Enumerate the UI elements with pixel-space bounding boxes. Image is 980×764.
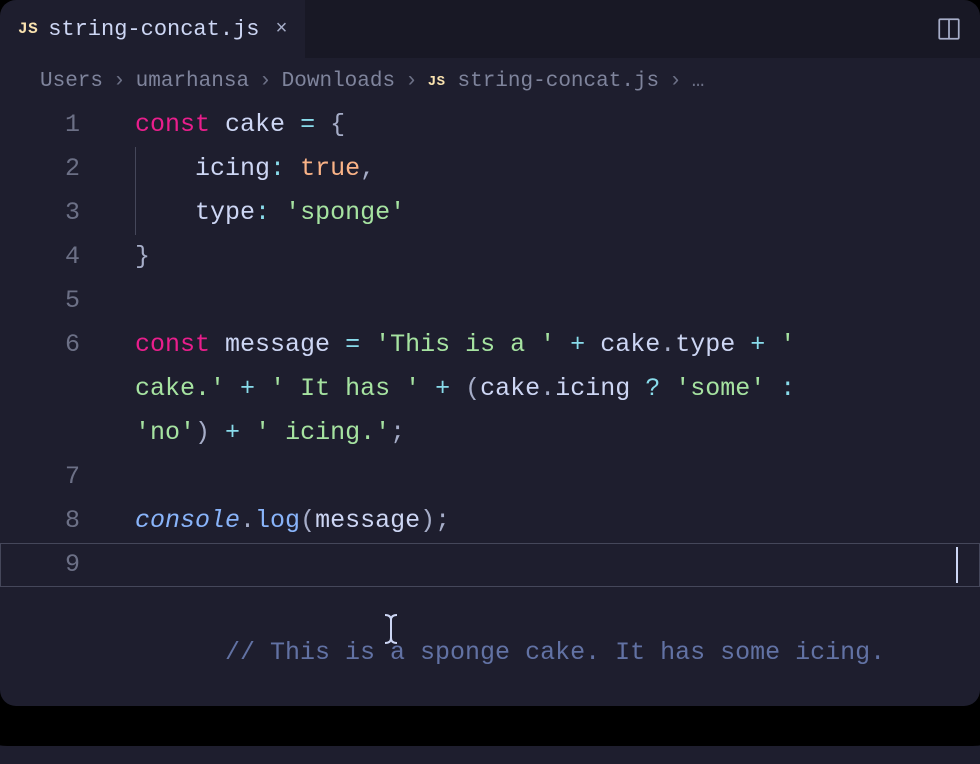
code-line-active[interactable]: // This is a sponge cake. It has some ic… — [135, 543, 970, 587]
string-token: 'some' — [675, 374, 765, 403]
operator-token: = — [345, 330, 360, 359]
chevron-right-icon: › — [667, 70, 684, 93]
punct-token: } — [135, 242, 150, 271]
line-number: 2 — [0, 147, 105, 191]
code-line-wrap[interactable]: 'no') + ' icing.'; — [135, 411, 970, 455]
close-tab-icon[interactable]: × — [269, 18, 287, 41]
code-line-wrap[interactable]: cake.' + ' It has ' + (cake.icing ? 'som… — [135, 367, 970, 411]
code-line[interactable]: type: 'sponge' — [135, 191, 970, 235]
indent-guide — [135, 147, 136, 191]
code-line[interactable]: const message = 'This is a ' + cake.type… — [135, 323, 970, 367]
punct-token: . — [240, 506, 255, 535]
operator-token: + — [570, 330, 585, 359]
tab-filename: string-concat.js — [48, 17, 259, 42]
punct-token: . — [540, 374, 555, 403]
line-number: 9 — [0, 543, 105, 587]
keyword-token: const — [135, 110, 210, 139]
keyword-token: const — [135, 330, 210, 359]
line-number — [0, 367, 105, 411]
editor-actions-group — [936, 16, 980, 42]
breadcrumb-bar[interactable]: Users › umarhansa › Downloads › JS strin… — [0, 58, 980, 103]
string-token: cake.' — [135, 374, 225, 403]
text-cursor — [956, 547, 958, 583]
string-token: ' icing.' — [255, 418, 390, 447]
operator-token: + — [240, 374, 255, 403]
string-token: ' — [765, 330, 795, 359]
line-number-gutter: 1 2 3 4 5 6 7 8 9 — [0, 103, 105, 587]
operator-token: ? — [645, 374, 660, 403]
mouse-ibeam-cursor-icon — [382, 612, 400, 656]
punct-token: . — [660, 330, 675, 359]
operator-token: : — [780, 374, 795, 403]
punct-token: ; — [390, 418, 405, 447]
line-number: 1 — [0, 103, 105, 147]
code-line[interactable]: console.log(message); — [135, 499, 970, 543]
breadcrumb-file[interactable]: string-concat.js — [458, 70, 660, 93]
function-token: log — [255, 506, 300, 535]
property-token: icing — [555, 374, 630, 403]
js-file-icon: JS — [18, 20, 38, 38]
punct-token: { — [330, 110, 345, 139]
breadcrumb-downloads[interactable]: Downloads — [282, 70, 395, 93]
comment-token: // This is a sponge cake. It has some ic… — [225, 638, 885, 667]
identifier-token: message — [315, 506, 420, 535]
chevron-right-icon: › — [111, 70, 128, 93]
line-number: 7 — [0, 455, 105, 499]
identifier-token: message — [225, 330, 330, 359]
file-tab-string-concat[interactable]: JS string-concat.js × — [0, 0, 305, 58]
line-number: 6 — [0, 323, 105, 367]
punct-token: ( — [465, 374, 480, 403]
object-token: console — [135, 506, 240, 535]
code-editor[interactable]: 1 2 3 4 5 6 7 8 9 const cake = { icing: … — [0, 103, 980, 587]
code-line[interactable] — [135, 455, 970, 499]
operator-token: + — [435, 374, 450, 403]
punct-token: ; — [435, 506, 450, 535]
code-line[interactable]: } — [135, 235, 970, 279]
current-line-highlight — [0, 543, 980, 587]
boolean-token: true — [300, 154, 360, 183]
breadcrumb-overflow[interactable]: … — [692, 70, 705, 93]
punct-token: , — [360, 154, 375, 183]
js-file-icon: JS — [428, 74, 446, 90]
operator-token: : — [270, 154, 285, 183]
operator-token: : — [255, 198, 270, 227]
string-token: ' It has ' — [270, 374, 420, 403]
string-token: 'no' — [135, 418, 195, 447]
identifier-token: cake — [480, 374, 540, 403]
line-number: 8 — [0, 499, 105, 543]
punct-token: ) — [195, 418, 210, 447]
line-number: 3 — [0, 191, 105, 235]
chevron-right-icon: › — [257, 70, 274, 93]
editor-tabs-bar: JS string-concat.js × — [0, 0, 980, 58]
property-token: type — [675, 330, 735, 359]
breadcrumb-umarhansa[interactable]: umarhansa — [136, 70, 249, 93]
identifier-token: cake — [225, 110, 285, 139]
string-token: 'This is a ' — [375, 330, 555, 359]
property-token: type — [195, 198, 255, 227]
chevron-right-icon: › — [403, 70, 420, 93]
punct-token: ( — [300, 506, 315, 535]
split-editor-icon[interactable] — [936, 16, 962, 42]
code-line[interactable] — [135, 279, 970, 323]
operator-token: = — [300, 110, 315, 139]
property-token: icing — [195, 154, 270, 183]
line-number: 5 — [0, 279, 105, 323]
breadcrumb-users[interactable]: Users — [40, 70, 103, 93]
punct-token: ) — [420, 506, 435, 535]
code-line[interactable]: const cake = { — [135, 103, 970, 147]
operator-token: + — [225, 418, 240, 447]
identifier-token: cake — [600, 330, 660, 359]
indent-guide — [135, 191, 136, 235]
code-content[interactable]: const cake = { icing: true, type: 'spong… — [135, 103, 980, 587]
line-number — [0, 411, 105, 455]
line-number: 4 — [0, 235, 105, 279]
operator-token: + — [750, 330, 765, 359]
code-line[interactable]: icing: true, — [135, 147, 970, 191]
string-token: 'sponge' — [285, 198, 405, 227]
